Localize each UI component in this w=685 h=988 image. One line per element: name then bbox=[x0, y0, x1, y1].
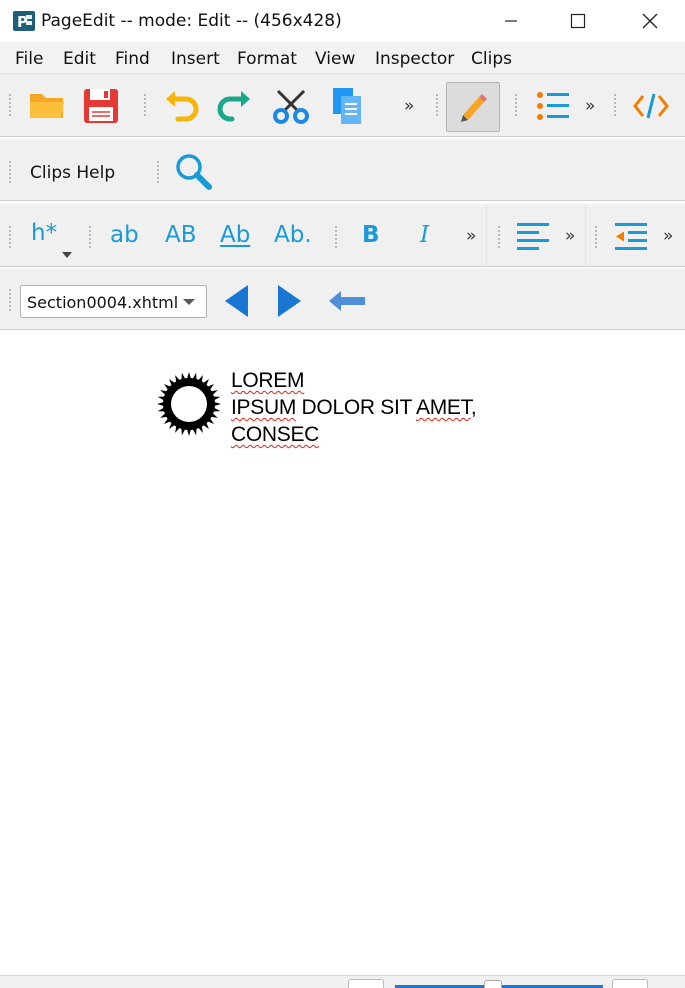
document-word-amet: AMET bbox=[416, 396, 471, 419]
toolbar-grip[interactable] bbox=[497, 226, 501, 250]
menu-find[interactable]: Find bbox=[115, 49, 150, 69]
toolbar-grip[interactable] bbox=[334, 226, 338, 250]
toolbar-grip[interactable] bbox=[613, 94, 617, 118]
toolbar-overflow-button[interactable]: » bbox=[565, 226, 575, 246]
align-left-button[interactable] bbox=[512, 216, 554, 258]
toolbar-overflow-button[interactable]: » bbox=[466, 226, 476, 246]
align-left-icon bbox=[517, 223, 549, 250]
uppercase-button[interactable]: AB bbox=[165, 222, 197, 248]
search-button[interactable] bbox=[170, 149, 216, 193]
cut-icon bbox=[273, 89, 309, 124]
undo-icon bbox=[166, 91, 199, 122]
toolbar-overflow-button[interactable]: » bbox=[404, 96, 414, 116]
clips-toolbar: Clips Help bbox=[0, 138, 685, 201]
navigation-toolbar: Section0004.xhtml bbox=[0, 268, 685, 330]
minimize-icon bbox=[505, 20, 517, 22]
toolbar-grip[interactable] bbox=[594, 226, 598, 250]
redo-button[interactable] bbox=[212, 84, 258, 128]
main-toolbar: » » bbox=[0, 74, 685, 137]
toolbar-grip[interactable] bbox=[88, 226, 92, 250]
toolbar-grip[interactable] bbox=[8, 94, 12, 118]
menu-inspector[interactable]: Inspector bbox=[375, 49, 454, 69]
sentence-case-button[interactable]: Ab. bbox=[274, 222, 312, 248]
toolbar-separator bbox=[486, 204, 487, 268]
sun-logo-icon bbox=[157, 372, 221, 436]
heading-button[interactable]: h* bbox=[31, 220, 57, 246]
heading-dropdown-icon[interactable] bbox=[62, 252, 72, 258]
menu-bar: File Edit Find Insert Format View Inspec… bbox=[0, 42, 685, 74]
decrease-indent-button[interactable] bbox=[610, 216, 652, 258]
next-arrow-icon bbox=[278, 285, 301, 317]
menu-file[interactable]: File bbox=[15, 49, 43, 69]
toolbar-grip[interactable] bbox=[435, 94, 439, 118]
back-arrow-icon bbox=[329, 291, 365, 311]
previous-section-button[interactable] bbox=[218, 281, 256, 321]
section-select-value: Section0004.xhtml bbox=[27, 293, 179, 312]
window-title: PageEdit -- mode: Edit -- (456x428) bbox=[41, 11, 342, 31]
back-button[interactable] bbox=[324, 281, 370, 321]
open-button[interactable] bbox=[24, 84, 70, 128]
format-toolbar: h* ab AB Ab Ab. B I » » » bbox=[0, 203, 685, 268]
previous-arrow-icon bbox=[225, 285, 248, 317]
menu-insert[interactable]: Insert bbox=[171, 49, 220, 69]
code-view-button[interactable] bbox=[628, 84, 674, 128]
decrease-indent-icon bbox=[615, 223, 647, 250]
title-bar: P PageEdit -- mode: Edit -- (456x428) bbox=[0, 0, 685, 42]
menu-clips[interactable]: Clips bbox=[471, 49, 512, 69]
edit-pencil-icon bbox=[461, 94, 487, 122]
redo-icon bbox=[217, 91, 250, 122]
search-icon bbox=[176, 154, 212, 190]
zoom-in-button[interactable] bbox=[612, 979, 648, 988]
menu-edit[interactable]: Edit bbox=[63, 49, 96, 69]
cut-button[interactable] bbox=[268, 84, 314, 128]
toolbar-grip[interactable] bbox=[8, 226, 12, 250]
document-punctuation: , bbox=[470, 396, 477, 419]
capitalize-button[interactable]: Ab bbox=[220, 222, 250, 248]
minimize-button[interactable] bbox=[481, 0, 541, 42]
undo-button[interactable] bbox=[158, 84, 204, 128]
close-button[interactable] bbox=[620, 0, 680, 42]
menu-format[interactable]: Format bbox=[237, 49, 297, 69]
toolbar-overflow-button[interactable]: » bbox=[663, 226, 673, 246]
document-view[interactable]: LOREM IPSUM DOLOR SIT AMET, CONSEC bbox=[0, 331, 685, 975]
document-line-1: LOREM bbox=[231, 369, 305, 392]
maximize-icon bbox=[570, 13, 586, 29]
list-button[interactable] bbox=[530, 84, 576, 128]
bold-button[interactable]: B bbox=[362, 222, 380, 248]
open-folder-icon bbox=[30, 94, 64, 118]
document-word-ipsum: IPSUM bbox=[231, 396, 297, 419]
app-logo-icon: P bbox=[13, 11, 35, 31]
zoom-slider-handle[interactable] bbox=[484, 980, 502, 988]
toolbar-separator bbox=[585, 204, 586, 268]
toolbar-grip[interactable] bbox=[8, 289, 12, 313]
edit-mode-button[interactable] bbox=[446, 82, 500, 132]
toolbar-overflow-button[interactable]: » bbox=[585, 96, 595, 116]
save-icon bbox=[84, 89, 118, 123]
save-button[interactable] bbox=[78, 84, 124, 128]
zoom-out-button[interactable] bbox=[348, 979, 384, 988]
italic-button[interactable]: I bbox=[420, 222, 429, 248]
document-line-3: CONSEC bbox=[231, 423, 320, 446]
copy-button[interactable] bbox=[324, 84, 370, 128]
status-bar bbox=[0, 975, 685, 988]
toolbar-grip[interactable] bbox=[156, 161, 160, 185]
document-text[interactable]: LOREM IPSUM DOLOR SIT AMET, CONSEC bbox=[231, 367, 477, 448]
copy-icon bbox=[333, 88, 361, 124]
toolbar-grip[interactable] bbox=[8, 161, 12, 185]
code-view-icon bbox=[633, 93, 669, 119]
section-select[interactable]: Section0004.xhtml bbox=[20, 285, 207, 318]
next-section-button[interactable] bbox=[270, 281, 308, 321]
maximize-button[interactable] bbox=[548, 0, 608, 42]
toolbar-grip[interactable] bbox=[514, 94, 518, 118]
list-icon bbox=[537, 92, 569, 120]
toolbar-grip[interactable] bbox=[143, 94, 147, 118]
close-icon bbox=[642, 13, 658, 29]
menu-view[interactable]: View bbox=[315, 49, 355, 69]
lowercase-button[interactable]: ab bbox=[110, 222, 139, 248]
clips-help-button[interactable]: Clips Help bbox=[30, 163, 115, 183]
document-words: DOLOR SIT bbox=[296, 396, 417, 419]
chevron-down-icon bbox=[183, 299, 195, 305]
